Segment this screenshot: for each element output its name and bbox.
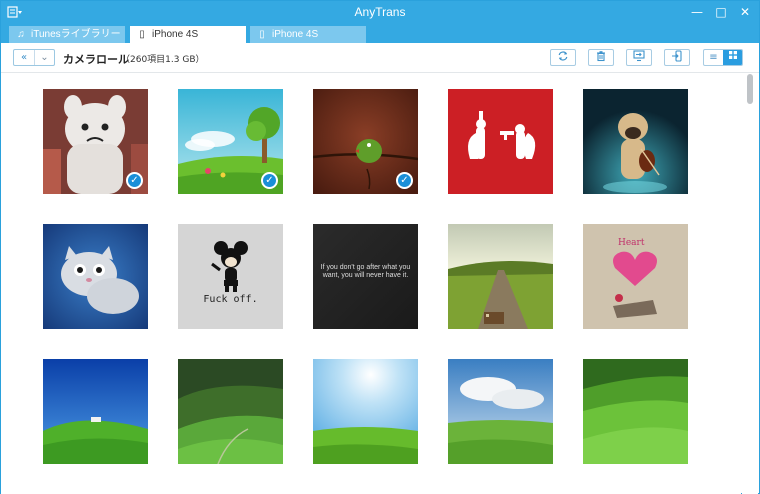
- tab-itunes-library[interactable]: ♫ iTunesライブラリー: [9, 26, 125, 43]
- heart-caption: Heart: [618, 238, 645, 248]
- title-bar: AnyTrans — □ ✕: [1, 1, 759, 24]
- selected-check-icon[interactable]: ✓: [396, 172, 413, 189]
- refresh-icon: [558, 51, 568, 61]
- photo-mickey[interactable]: Fuck off.: [178, 224, 283, 329]
- close-button[interactable]: ✕: [737, 4, 753, 20]
- item-count: （260項目1.3 GB）: [121, 55, 205, 65]
- iphone-icon: ▯: [139, 29, 145, 40]
- photo-green-valley[interactable]: [178, 359, 283, 464]
- tab-iphone-4s-active[interactable]: ▯ iPhone 4S: [130, 26, 246, 43]
- nav-group: « ⌄: [13, 49, 55, 66]
- tab-label: iTunesライブラリー: [31, 29, 121, 40]
- green-hill-art: [43, 359, 148, 464]
- category-dropdown-button[interactable]: ⌄: [34, 50, 54, 65]
- selected-check-icon[interactable]: ✓: [261, 172, 278, 189]
- photo-knit-cat[interactable]: [43, 224, 148, 329]
- export-to-computer-icon: [633, 50, 645, 62]
- selected-check-icon[interactable]: ✓: [126, 172, 143, 189]
- valley-art: [178, 359, 283, 464]
- photo-cartoon-meadow[interactable]: ✓: [178, 89, 283, 194]
- grid-icon: [728, 51, 737, 59]
- back-button[interactable]: «: [14, 50, 34, 65]
- squirrels-art: [448, 89, 553, 194]
- tab-label: iPhone 4S: [272, 29, 319, 40]
- photo-red-squirrels[interactable]: [448, 89, 553, 194]
- photo-green-slope[interactable]: [583, 359, 688, 464]
- photo-pug-violin[interactable]: [583, 89, 688, 194]
- delete-button[interactable]: [588, 49, 614, 66]
- app-window: AnyTrans — □ ✕ ♫ iTunesライブラリー ▯ iPhone 4S …: [0, 0, 760, 494]
- photo-grid: ✓ ✓ ✓ Fuck off. If you don't go after wh…: [1, 74, 741, 494]
- mickey-caption: Fuck off.: [203, 294, 258, 305]
- photo-heart[interactable]: Heart: [583, 224, 688, 329]
- import-to-device-button[interactable]: [664, 49, 690, 66]
- pug-art: [583, 89, 688, 194]
- photo-quote[interactable]: If you don't go after what you want, you…: [313, 224, 418, 329]
- tab-bar: ♫ iTunesライブラリー ▯ iPhone 4S ▯ iPhone 4S: [1, 24, 759, 43]
- cloudy-field-art: [448, 359, 553, 464]
- list-view-button[interactable]: ≡: [704, 50, 723, 65]
- slope-art: [583, 359, 688, 464]
- page-title: カメラロール: [63, 53, 129, 66]
- view-toggle: ≡: [703, 49, 743, 66]
- knit-cat-art: [43, 224, 148, 329]
- refresh-button[interactable]: [550, 49, 576, 66]
- sunny-field-art: [313, 359, 418, 464]
- import-to-device-icon: [672, 50, 682, 62]
- minimize-button[interactable]: —: [689, 4, 705, 20]
- photo-road-suitcase[interactable]: [448, 224, 553, 329]
- music-note-icon: ♫: [17, 29, 25, 40]
- photo-green-bird[interactable]: ✓: [313, 89, 418, 194]
- vertical-scrollbar[interactable]: [742, 74, 758, 494]
- iphone-icon: ▯: [259, 29, 265, 40]
- tab-iphone-4s[interactable]: ▯ iPhone 4S: [250, 26, 366, 43]
- toolbar: « ⌄ カメラロール （260項目1.3 GB） ≡: [1, 43, 759, 73]
- maximize-button[interactable]: □: [713, 4, 729, 20]
- export-to-pc-button[interactable]: [626, 49, 652, 66]
- road-art: [448, 224, 553, 329]
- app-title: AnyTrans: [354, 5, 406, 19]
- mickey-art: [211, 241, 248, 292]
- scroll-thumb[interactable]: [747, 74, 753, 104]
- photo-green-hill[interactable]: [43, 359, 148, 464]
- photo-sunny-field[interactable]: [313, 359, 418, 464]
- tab-label: iPhone 4S: [152, 29, 199, 40]
- trash-icon: [597, 51, 605, 62]
- photo-cloudy-field[interactable]: [448, 359, 553, 464]
- window-controls: — □ ✕: [689, 4, 753, 20]
- quote-caption: If you don't go after what you want, you…: [320, 264, 411, 279]
- photo-white-cat-doll[interactable]: ✓: [43, 89, 148, 194]
- grid-view-button[interactable]: [723, 50, 742, 65]
